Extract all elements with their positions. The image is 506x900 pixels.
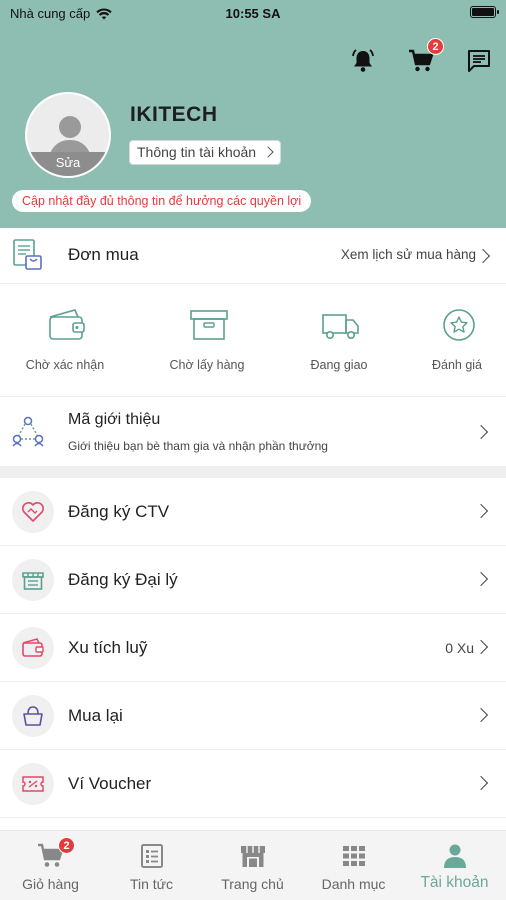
avatar-edit-label[interactable]: Sửa — [27, 152, 109, 176]
account-info-button[interactable]: Thông tin tài khoản — [129, 140, 282, 165]
status-label: Đang giao — [310, 358, 368, 372]
battery-icon — [470, 6, 499, 18]
buy-again-row[interactable]: Mua lại — [0, 682, 506, 750]
avatar-head — [59, 116, 81, 138]
chevron-right-icon — [475, 248, 491, 264]
profile-header: Nhà cung cấp 10:55 SA 2 Sửa IKITECH Thôn… — [0, 0, 506, 228]
order-status-row: Chờ xác nhận Chờ lấy hàng Đang giao Đánh… — [0, 284, 506, 397]
status-label: Chờ lấy hàng — [169, 358, 245, 372]
cart-badge: 2 — [58, 837, 75, 854]
bottom-nav: 2 Giỏ hàng Tin tức Trang chủ Danh mục Tà… — [0, 830, 506, 900]
chevron-right-icon — [473, 571, 489, 587]
grid-icon — [343, 846, 365, 866]
user-icon — [444, 844, 466, 868]
nav-account[interactable]: Tài khoản — [404, 831, 505, 900]
nav-label: Giỏ hàng — [22, 876, 79, 892]
referral-row[interactable]: Mã giới thiệu Giới thiệu bạn bè tham gia… — [0, 397, 506, 466]
truck-icon — [322, 314, 359, 339]
message-icon[interactable] — [464, 46, 494, 76]
referral-title: Mã giới thiệu — [68, 411, 161, 428]
chevron-right-icon — [473, 707, 489, 723]
register-ctv-row[interactable]: Đăng ký CTV — [0, 478, 506, 546]
avatar[interactable]: Sửa — [25, 92, 111, 178]
nav-label: Tài khoản — [420, 874, 489, 891]
nav-home[interactable]: Trang chủ — [202, 831, 303, 900]
cart-badge: 2 — [427, 38, 444, 55]
register-agent-row[interactable]: Đăng ký Đại lý — [0, 546, 506, 614]
status-bar: Nhà cung cấp 10:55 SA — [0, 0, 506, 26]
cart-icon[interactable]: 2 — [406, 38, 444, 76]
star-icon — [443, 309, 475, 341]
voucher-icon — [12, 763, 54, 805]
status-review[interactable]: Đánh giá — [394, 284, 506, 397]
menu-title: Đăng ký Đại lý — [68, 570, 178, 589]
nav-categories[interactable]: Danh mục — [303, 831, 404, 900]
wallet-icon — [49, 309, 85, 340]
status-pending-confirm[interactable]: Chờ xác nhận — [2, 284, 128, 397]
referral-network-icon — [12, 415, 44, 452]
chevron-right-icon — [262, 146, 274, 158]
bag-icon — [12, 695, 54, 737]
update-info-notice[interactable]: Cập nhật đầy đủ thông tin để hưởng các q… — [12, 190, 312, 212]
xu-balance: 0 Xu — [445, 640, 474, 656]
status-label: Đánh giá — [431, 358, 483, 372]
status-shipping[interactable]: Đang giao — [276, 284, 402, 397]
orders-title: Đơn mua — [68, 245, 139, 264]
status-time: 10:55 SA — [225, 6, 281, 21]
chevron-right-icon — [473, 775, 489, 791]
voucher-wallet-row[interactable]: Ví Voucher — [0, 750, 506, 818]
menu-title: Đăng ký CTV — [68, 502, 170, 521]
chevron-right-icon — [473, 639, 489, 655]
nav-label: Tin tức — [129, 876, 174, 892]
referral-subtitle: Giới thiệu bạn bè tham gia và nhận phần … — [68, 439, 328, 453]
nav-label: Trang chủ — [221, 876, 284, 892]
nav-news[interactable]: Tin tức — [101, 831, 202, 900]
order-history-link[interactable]: Xem lịch sử mua hàng — [341, 247, 476, 262]
account-info-label: Thông tin tài khoản — [137, 144, 257, 160]
menu-title: Mua lại — [68, 706, 123, 725]
status-label: Chờ xác nhận — [25, 358, 105, 372]
wallet-icon — [12, 627, 54, 669]
section-divider — [0, 466, 506, 478]
store-icon — [12, 559, 54, 601]
nav-label: Danh mục — [321, 876, 386, 892]
chevron-right-icon — [473, 424, 489, 440]
order-list-icon — [12, 238, 44, 277]
menu-title: Ví Voucher — [68, 774, 152, 793]
handshake-heart-icon — [12, 491, 54, 533]
nav-cart[interactable]: 2 Giỏ hàng — [0, 831, 101, 900]
status-pending-pickup[interactable]: Chờ lấy hàng — [144, 284, 270, 397]
username: IKITECH — [130, 103, 218, 126]
news-icon — [141, 844, 163, 868]
menu-title: Xu tích luỹ — [68, 638, 148, 657]
header-actions: 2 — [348, 38, 494, 76]
bell-icon[interactable] — [348, 46, 378, 76]
shop-icon — [241, 846, 265, 867]
accumulated-xu-row[interactable]: Xu tích luỹ 0 Xu — [0, 614, 506, 682]
orders-row[interactable]: Đơn mua Xem lịch sử mua hàng — [0, 228, 506, 284]
chevron-right-icon — [473, 503, 489, 519]
box-icon — [190, 310, 228, 340]
